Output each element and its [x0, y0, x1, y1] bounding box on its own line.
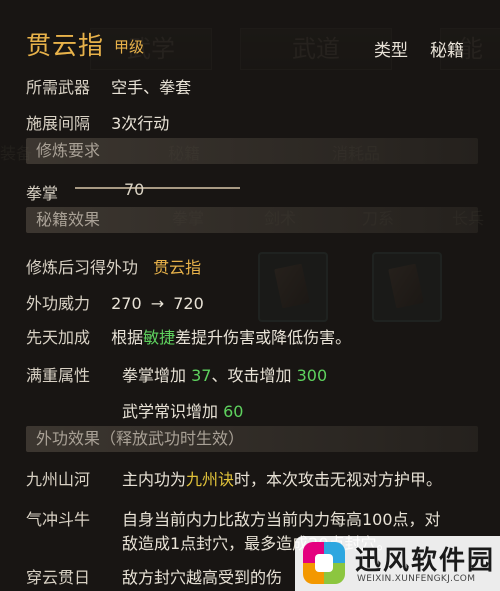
- power-label: 外功威力: [26, 294, 91, 313]
- item-grade: 甲级: [114, 38, 145, 56]
- maxed-stat-a: 拳掌增加: [122, 366, 187, 385]
- learn-row: 修炼后习得外功 贯云指: [26, 254, 201, 278]
- external-item: 气冲斗牛: [26, 506, 90, 530]
- item-tooltip: 贯云指 甲级 类型 秘籍 所需武器 空手、拳套 施展间隔 3次行动 修炼要求 拳…: [0, 0, 500, 591]
- maxed-line-1: 拳掌增加 37、攻击增加 300: [122, 362, 327, 386]
- interval-value: 3次行动: [111, 114, 170, 133]
- learn-label: 修炼后习得外功: [26, 258, 139, 277]
- external-item-desc: 主内功为九州诀时，本次攻击无视对方护甲。: [122, 466, 442, 490]
- external-desc-highlight: 九州诀: [186, 470, 235, 489]
- skill-req-name: 拳掌: [26, 184, 59, 203]
- innate-stat: 敏捷: [143, 328, 176, 347]
- skill-req-label: 拳掌: [26, 180, 58, 204]
- innate-pre: 根据: [111, 328, 144, 347]
- external-item-desc: 自身当前内力比敌方当前内力每高100点，对: [122, 506, 441, 530]
- maxed-stat-b: 、攻击增加: [211, 366, 292, 385]
- requirements-header: 修炼要求: [26, 138, 478, 164]
- external-desc-text: 主内功为: [122, 470, 187, 489]
- maxed-stat-b-value: 300: [296, 366, 328, 385]
- arrow-right-icon: →: [150, 294, 165, 313]
- weapon-row: 所需武器 空手、拳套: [26, 74, 191, 98]
- external-item-name: 九州山河: [26, 470, 91, 489]
- maxed-row: 满重属性: [26, 362, 90, 386]
- watermark-logo-icon: [303, 542, 345, 584]
- innate-row: 先天加成 根据敏捷差提升伤害或降低伤害。: [26, 324, 351, 348]
- power-from: 270: [111, 294, 142, 313]
- maxed-line-2: 武学常识增加 60: [122, 398, 243, 422]
- weapon-value: 空手、拳套: [111, 78, 192, 97]
- external-desc-text: 自身当前内力比敌方当前内力每高100点，对: [122, 510, 441, 529]
- skill-req-value: 70: [124, 180, 145, 199]
- external-item-desc: 敌方封穴越高受到的伤: [122, 564, 282, 588]
- maxed-stat-c-value: 60: [223, 402, 244, 421]
- skill-progress-bar: [75, 187, 240, 189]
- power-to: 720: [173, 294, 204, 313]
- type-value: 秘籍: [430, 41, 464, 61]
- external-desc-text: 敌方封穴越高受到的伤: [122, 568, 283, 587]
- item-title: 贯云指: [26, 31, 105, 60]
- innate-label: 先天加成: [26, 328, 91, 347]
- power-row: 外功威力 270 → 720: [26, 290, 204, 314]
- external-item-name: 气冲斗牛: [26, 510, 91, 529]
- external-desc-text: 时，本次攻击无视对方护甲。: [234, 470, 443, 489]
- maxed-stat-c: 武学常识增加: [122, 402, 219, 421]
- innate-post: 差提升伤害或降低伤害。: [175, 328, 352, 347]
- learn-value: 贯云指: [153, 258, 202, 277]
- maxed-label: 满重属性: [26, 366, 91, 385]
- external-effects-header: 外功效果（释放武功时生效）: [26, 426, 478, 452]
- external-item: 穿云贯日: [26, 564, 90, 588]
- effects-header: 秘籍效果: [26, 207, 478, 233]
- watermark-name: 迅风软件园: [355, 546, 496, 576]
- watermark-url: WEIXIN.XUNFENGKJ.COM: [357, 574, 476, 584]
- type-label: 类型: [374, 41, 408, 61]
- watermark: 迅风软件园 WEIXIN.XUNFENGKJ.COM: [295, 536, 500, 591]
- interval-label: 施展间隔: [26, 114, 91, 133]
- skill-progress-fill: [75, 187, 240, 189]
- maxed-stat-a-value: 37: [191, 366, 212, 385]
- external-item-name: 穿云贯日: [26, 568, 91, 587]
- weapon-label: 所需武器: [26, 78, 91, 97]
- external-item: 九州山河: [26, 466, 90, 490]
- interval-row: 施展间隔 3次行动: [26, 110, 169, 134]
